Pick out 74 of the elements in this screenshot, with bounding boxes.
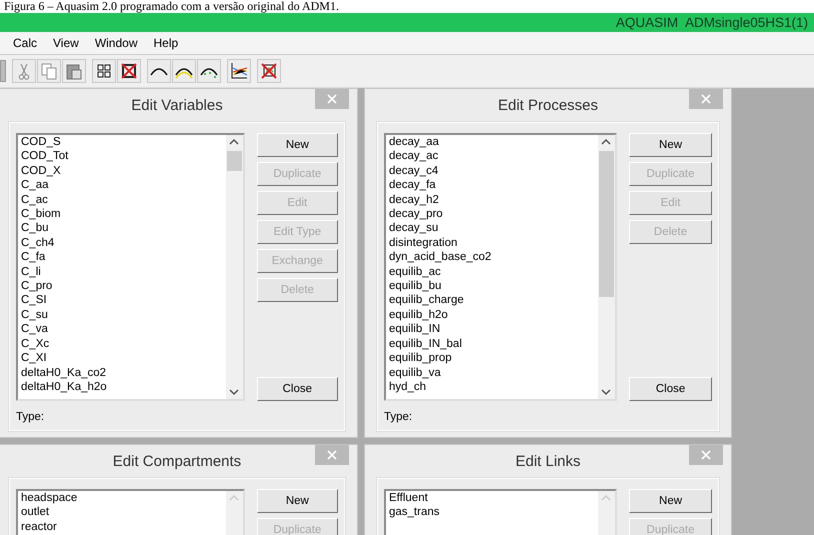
list-item[interactable]: C_su bbox=[21, 308, 226, 322]
list-item[interactable]: equilib_bu bbox=[389, 279, 598, 294]
toolbar-grip[interactable] bbox=[0, 60, 6, 82]
list-item[interactable]: decay_su bbox=[389, 221, 598, 236]
type-label: Type: bbox=[384, 411, 414, 423]
list-item[interactable]: C_SI bbox=[21, 293, 226, 308]
list-item[interactable]: equilib_charge bbox=[389, 293, 598, 308]
dialog-button[interactable]: New bbox=[629, 133, 712, 157]
dialog-title: Edit Links bbox=[515, 453, 581, 470]
list-item[interactable]: equilib_IN bbox=[389, 322, 598, 337]
list-item[interactable]: decay_aa bbox=[389, 135, 598, 150]
list-item[interactable]: gas_trans bbox=[389, 505, 598, 520]
list-item[interactable]: Effluent bbox=[389, 491, 598, 506]
list-item[interactable]: C_pro bbox=[21, 279, 226, 294]
dialog-title: Edit Variables bbox=[131, 97, 223, 114]
paste-icon[interactable] bbox=[62, 59, 86, 83]
list-item[interactable]: decay_c4 bbox=[389, 164, 598, 178]
delete-chart-icon[interactable] bbox=[257, 59, 281, 83]
window-title: AQUASIM ADMsingle05HS1(1) bbox=[616, 15, 808, 30]
copy-icon[interactable] bbox=[37, 59, 61, 83]
list-item[interactable]: deltaH0_Ka_h2o bbox=[21, 380, 226, 394]
figure-caption: Figura 6 – Aquasim 2.0 programado com a versão original do ADM1. bbox=[3, 0, 340, 13]
type-label: Type: bbox=[16, 411, 46, 423]
list-item[interactable]: COD_Tot bbox=[21, 149, 226, 164]
list-item[interactable]: reactor bbox=[21, 520, 226, 534]
list-item[interactable]: decay_ac bbox=[389, 149, 598, 164]
list-item[interactable]: disintegration bbox=[389, 236, 598, 250]
menu-item[interactable]: View bbox=[53, 36, 79, 50]
list-item[interactable]: decay_fa bbox=[389, 178, 598, 193]
list-item[interactable]: equilib_IN_bal bbox=[389, 336, 598, 352]
dotted-curve-icon[interactable] bbox=[197, 59, 221, 83]
list-item[interactable]: C_fa bbox=[21, 250, 226, 265]
list-item[interactable]: equilib_ac bbox=[389, 264, 598, 280]
list-item[interactable]: dyn_acid_base_co2 bbox=[389, 250, 598, 265]
list-item[interactable]: hyd_ch bbox=[389, 380, 598, 394]
dialog-title: Edit Processes bbox=[498, 97, 598, 114]
menu-item[interactable]: Help bbox=[154, 36, 178, 50]
list-item[interactable]: equilib_prop bbox=[389, 351, 598, 366]
curve-icon[interactable] bbox=[147, 59, 171, 83]
menu-item[interactable]: Window bbox=[94, 36, 138, 50]
list-item[interactable]: C_va bbox=[21, 322, 226, 337]
list-item[interactable]: COD_X bbox=[21, 164, 226, 178]
close-icon[interactable] bbox=[689, 445, 723, 465]
list-item[interactable]: equilib_va bbox=[389, 366, 598, 380]
list-item[interactable]: C_Xc bbox=[21, 336, 226, 352]
chart-icon[interactable] bbox=[227, 59, 251, 83]
list-item[interactable]: deltaH0_Ka_co2 bbox=[21, 366, 226, 380]
dialog-button[interactable]: New bbox=[629, 489, 712, 513]
close-icon[interactable] bbox=[315, 445, 349, 465]
close-icon[interactable] bbox=[689, 89, 723, 109]
dialog-button[interactable]: New bbox=[256, 133, 338, 157]
close-button[interactable]: Close bbox=[256, 377, 338, 401]
list-item[interactable]: C_ch4 bbox=[21, 236, 226, 250]
list-item[interactable]: COD_S bbox=[21, 135, 226, 150]
scissors-icon[interactable] bbox=[12, 59, 36, 83]
dialog-button[interactable]: New bbox=[256, 489, 338, 513]
list-item[interactable]: C_biom bbox=[21, 207, 226, 222]
list-item[interactable]: C_XI bbox=[21, 351, 226, 366]
list-item[interactable]: C_bu bbox=[21, 221, 226, 236]
grid-icon[interactable] bbox=[92, 59, 116, 83]
list-item[interactable]: C_li bbox=[21, 264, 226, 280]
list-item[interactable]: outlet bbox=[21, 505, 226, 520]
list-item[interactable]: C_ac bbox=[21, 192, 226, 208]
close-button[interactable]: Close bbox=[629, 377, 712, 401]
list-item[interactable]: equilib_h2o bbox=[389, 308, 598, 322]
list-item[interactable]: C_aa bbox=[21, 178, 226, 193]
curve-icon[interactable] bbox=[172, 59, 196, 83]
delete-grid-icon[interactable] bbox=[117, 59, 141, 83]
close-icon[interactable] bbox=[315, 89, 349, 109]
menu-item[interactable]: Calc bbox=[13, 36, 38, 50]
dialog-title: Edit Compartments bbox=[112, 453, 242, 470]
list-item[interactable]: headspace bbox=[21, 491, 226, 506]
list-item[interactable]: decay_h2 bbox=[389, 192, 598, 208]
list-item[interactable]: decay_pro bbox=[389, 207, 598, 222]
